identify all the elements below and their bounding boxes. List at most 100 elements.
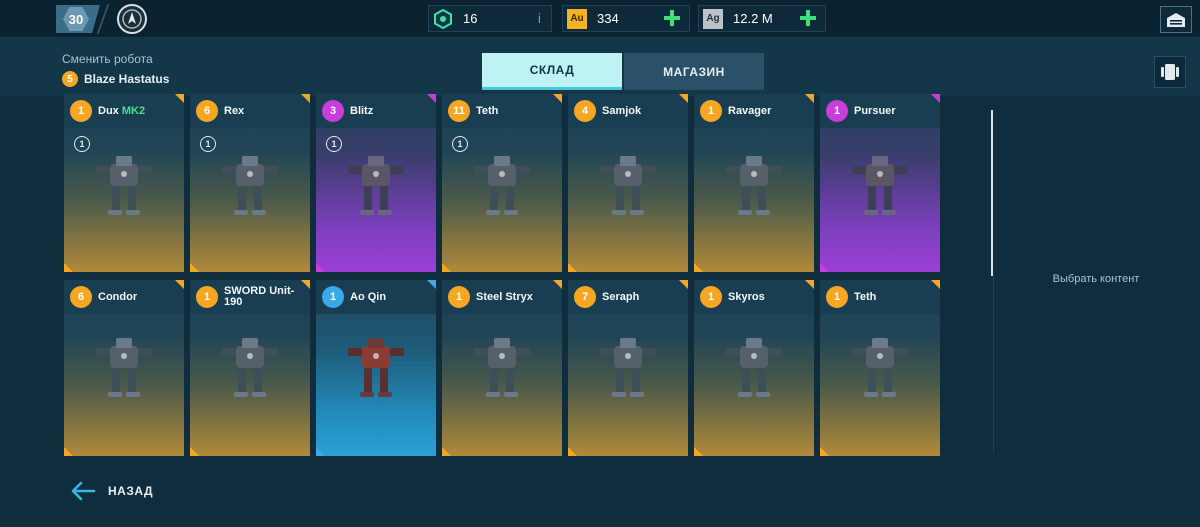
rarity-corner xyxy=(442,447,451,456)
rarity-corner xyxy=(805,94,814,103)
tab-storage[interactable]: СКЛАД xyxy=(482,53,622,90)
robot-card[interactable]: 4 Samjok xyxy=(568,94,688,272)
header-row: Сменить робота 5 Blaze Hastatus СКЛАД МА… xyxy=(0,38,1200,96)
back-label: НАЗАД xyxy=(108,484,154,498)
robot-card[interactable]: 1 Ravager xyxy=(694,94,814,272)
silver-currency[interactable]: Ag 12.2 M xyxy=(698,5,826,32)
robot-level: 1 xyxy=(77,105,85,117)
robot-name-text: Teth xyxy=(854,290,877,303)
robot-name: Teth xyxy=(476,105,498,117)
robot-image xyxy=(474,156,530,215)
robot-level-badge: 1 xyxy=(322,286,344,308)
robot-level: 6 xyxy=(203,105,211,117)
robot-level-badge: 1 xyxy=(448,286,470,308)
robot-card[interactable]: 1 SWORD Unit-190 xyxy=(190,280,310,456)
key-currency[interactable]: 16 i xyxy=(428,5,552,32)
rarity-corner xyxy=(190,447,199,456)
robot-level-badge: 4 xyxy=(574,100,596,122)
rarity-corner xyxy=(64,263,73,272)
rank-emblem-icon[interactable] xyxy=(117,4,147,34)
current-robot-name: Blaze Hastatus xyxy=(84,72,170,86)
robot-card[interactable]: 1 Skyros xyxy=(694,280,814,456)
robot-name-text: Rex xyxy=(224,104,245,117)
robot-level-badge: 6 xyxy=(196,100,218,122)
rarity-corner xyxy=(553,280,562,289)
robot-name-text: Steel Stryx xyxy=(476,290,533,303)
robot-name: Pursuer xyxy=(854,105,896,117)
robot-card[interactable]: 1 Pursuer xyxy=(820,94,940,272)
robot-card[interactable]: 1 Ao Qin xyxy=(316,280,436,456)
robot-image xyxy=(600,338,656,397)
robot-name-text: Skyros xyxy=(728,290,765,303)
gold-currency[interactable]: Au 334 xyxy=(562,5,690,32)
key-value: 16 xyxy=(463,11,478,26)
rarity-corner xyxy=(175,94,184,103)
robot-card[interactable]: 6 Rex 1 xyxy=(190,94,310,272)
rarity-corner xyxy=(316,263,325,272)
choose-content-label: Выбрать контент xyxy=(1052,273,1140,285)
robot-card-header: 1 Skyros xyxy=(694,280,814,314)
robot-name-text: Condor xyxy=(98,290,138,303)
robot-image xyxy=(222,156,278,215)
robot-name-text: Blitz xyxy=(350,104,374,117)
gold-au-icon: Au xyxy=(567,8,587,29)
robot-card-header: 1 Dux MK2 xyxy=(64,94,184,128)
robot-card[interactable]: 1 Steel Stryx xyxy=(442,280,562,456)
garage-button[interactable] xyxy=(1160,6,1192,33)
tab-shop[interactable]: МАГАЗИН xyxy=(624,53,764,90)
robot-card[interactable]: 1 Dux MK2 1 xyxy=(64,94,184,272)
rarity-corner xyxy=(190,263,199,272)
change-robot-label: Сменить робота xyxy=(62,52,153,66)
robot-name: Seraph xyxy=(602,291,639,303)
current-robot-level: 5 xyxy=(67,73,73,85)
add-gold-plus-icon[interactable] xyxy=(663,9,681,27)
rarity-corner xyxy=(553,94,562,103)
robot-name-text: SWORD Unit-190 xyxy=(224,285,295,308)
robot-level-badge: 3 xyxy=(322,100,344,122)
scrollbar[interactable] xyxy=(991,110,993,276)
arrow-left-icon xyxy=(71,481,96,501)
cards-view-icon xyxy=(1161,64,1179,80)
add-silver-plus-icon[interactable] xyxy=(799,9,817,27)
robot-level: 1 xyxy=(455,291,463,303)
robot-card[interactable]: 3 Blitz 1 xyxy=(316,94,436,272)
robot-card-header: 1 Teth xyxy=(820,280,940,314)
robot-level-badge: 1 xyxy=(700,286,722,308)
info-icon[interactable]: i xyxy=(538,10,541,26)
robot-card-header: 7 Seraph xyxy=(568,280,688,314)
robot-level: 11 xyxy=(453,105,465,117)
filter-button[interactable] xyxy=(1154,56,1186,88)
robot-name-text: Samjok xyxy=(602,104,642,117)
robot-name: Ravager xyxy=(728,105,771,117)
robot-card-header: 1 Steel Stryx xyxy=(442,280,562,314)
robot-card-header: 6 Rex xyxy=(190,94,310,128)
robot-level-badge: 11 xyxy=(448,100,470,122)
key-hex-icon xyxy=(433,8,453,29)
rarity-corner xyxy=(694,447,703,456)
rarity-corner xyxy=(820,263,829,272)
robot-image xyxy=(726,338,782,397)
robot-card[interactable]: 6 Condor xyxy=(64,280,184,456)
player-level-value: 30 xyxy=(68,11,84,27)
robot-card[interactable]: 1 Teth xyxy=(820,280,940,456)
robot-level: 6 xyxy=(77,291,85,303)
back-button[interactable]: НАЗАД xyxy=(70,481,153,501)
robot-level-badge: 1 xyxy=(70,100,92,122)
robot-card-header: 1 Pursuer xyxy=(820,94,940,128)
robot-card[interactable]: 11 Teth 1 xyxy=(442,94,562,272)
robot-card[interactable]: 7 Seraph xyxy=(568,280,688,456)
robot-card-header: 6 Condor xyxy=(64,280,184,314)
side-divider xyxy=(993,276,994,454)
robot-name: Teth xyxy=(854,290,877,303)
robot-card-header: 1 SWORD Unit-190 xyxy=(190,280,310,314)
robot-card-header: 3 Blitz xyxy=(316,94,436,128)
current-robot: 5 Blaze Hastatus xyxy=(62,71,169,87)
robot-image xyxy=(96,156,152,215)
robot-card-header: 4 Samjok xyxy=(568,94,688,128)
robot-image xyxy=(474,338,530,397)
rarity-corner xyxy=(805,280,814,289)
robot-level-badge: 7 xyxy=(574,286,596,308)
rarity-corner xyxy=(442,263,451,272)
robot-level: 4 xyxy=(581,105,589,117)
rarity-corner xyxy=(316,447,325,456)
